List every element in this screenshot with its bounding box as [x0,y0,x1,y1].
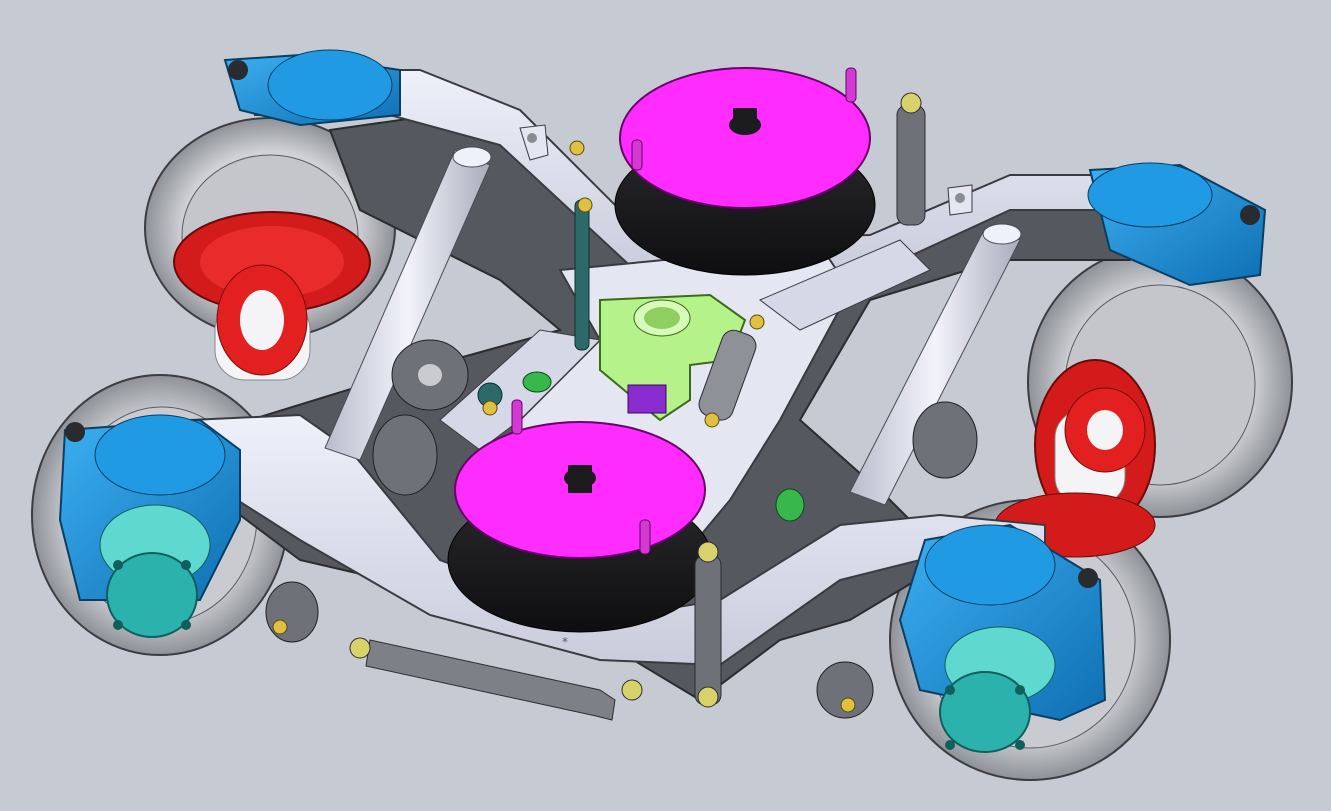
bogie-model-render[interactable]: * [0,0,1331,811]
air-spring-rear-icon [614,67,876,276]
origin-marker: * [562,635,568,649]
cad-viewport[interactable]: * [0,0,1331,811]
wheelset-right-icon [1027,246,1293,531]
